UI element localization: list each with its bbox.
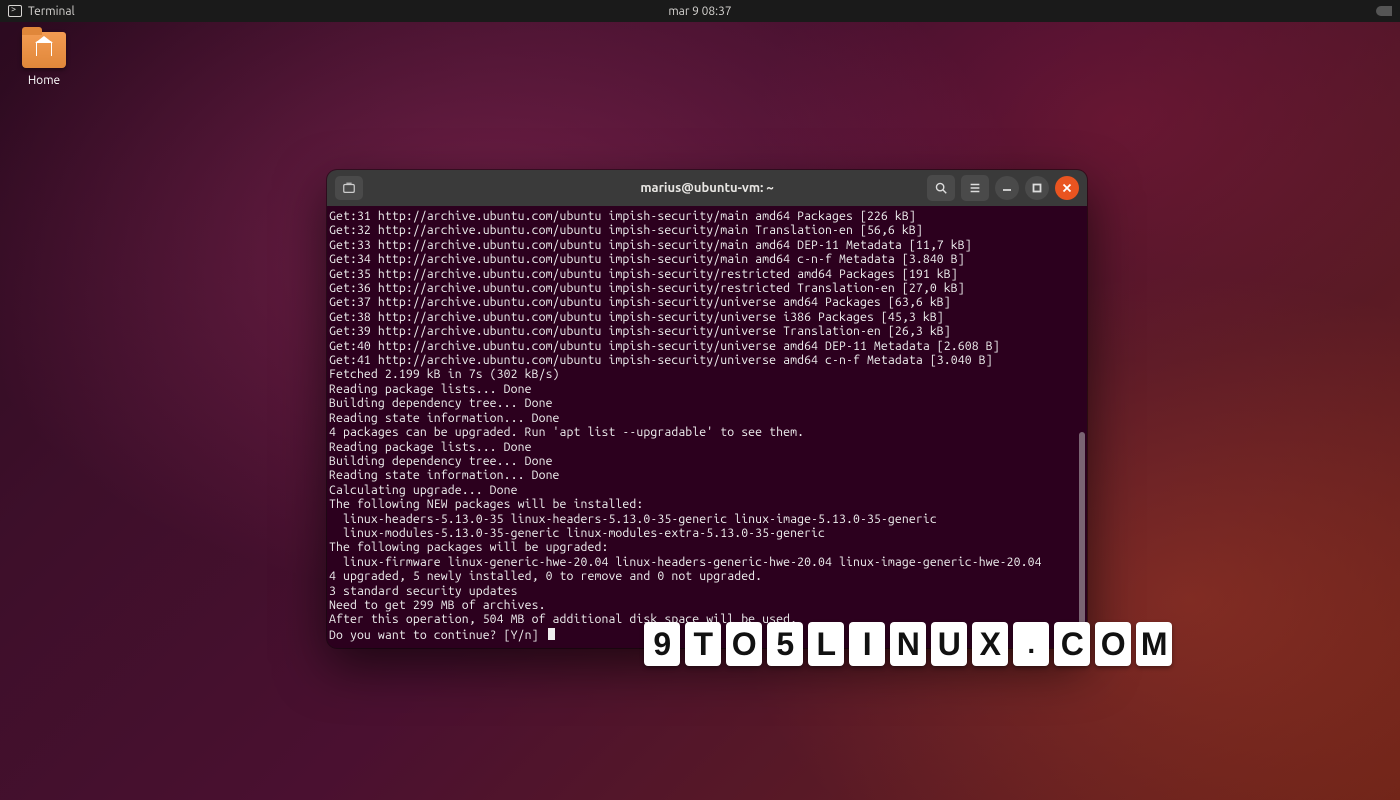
- system-tray-icon: [1376, 6, 1392, 16]
- new-tab-icon: [342, 181, 356, 195]
- watermark: 9TO5LINUX.COM: [644, 622, 1172, 666]
- watermark-char: O: [1095, 622, 1131, 666]
- home-folder-icon: [22, 32, 66, 68]
- search-icon: [934, 181, 948, 195]
- minimize-button[interactable]: [995, 176, 1019, 200]
- watermark-char: L: [808, 622, 844, 666]
- top-panel-app[interactable]: Terminal: [8, 5, 75, 18]
- terminal-body[interactable]: Get:31 http://archive.ubuntu.com/ubuntu …: [327, 206, 1087, 648]
- watermark-char: N: [890, 622, 926, 666]
- hamburger-icon: [968, 181, 982, 195]
- desktop-icon-home[interactable]: Home: [14, 32, 74, 87]
- terminal-icon: [8, 5, 22, 17]
- watermark-char: M: [1136, 622, 1172, 666]
- watermark-char: U: [931, 622, 967, 666]
- search-button[interactable]: [927, 175, 955, 201]
- terminal-scrollbar[interactable]: [1079, 432, 1085, 642]
- watermark-char: T: [685, 622, 721, 666]
- maximize-button[interactable]: [1025, 176, 1049, 200]
- terminal-window: marius@ubuntu-vm: ~ Get:31 http://archiv…: [327, 170, 1087, 648]
- maximize-icon: [1032, 183, 1042, 193]
- terminal-output: Get:31 http://archive.ubuntu.com/ubuntu …: [329, 210, 1085, 643]
- top-panel-clock[interactable]: mar 9 08:37: [668, 5, 731, 18]
- watermark-char: 5: [767, 622, 803, 666]
- close-button[interactable]: [1055, 176, 1079, 200]
- terminal-titlebar[interactable]: marius@ubuntu-vm: ~: [327, 170, 1087, 206]
- watermark-char: .: [1013, 622, 1049, 666]
- minimize-icon: [1002, 183, 1012, 193]
- new-tab-button[interactable]: [335, 176, 363, 200]
- watermark-char: X: [972, 622, 1008, 666]
- watermark-char: C: [1054, 622, 1090, 666]
- top-panel: Terminal mar 9 08:37: [0, 0, 1400, 22]
- watermark-char: I: [849, 622, 885, 666]
- terminal-cursor: [548, 628, 555, 640]
- top-panel-app-label: Terminal: [28, 5, 75, 18]
- top-panel-tray[interactable]: [1376, 6, 1392, 16]
- desktop-icon-home-label: Home: [14, 74, 74, 87]
- close-icon: [1062, 183, 1072, 193]
- terminal-title: marius@ubuntu-vm: ~: [640, 181, 773, 195]
- watermark-char: O: [726, 622, 762, 666]
- menu-button[interactable]: [961, 175, 989, 201]
- watermark-char: 9: [644, 622, 680, 666]
